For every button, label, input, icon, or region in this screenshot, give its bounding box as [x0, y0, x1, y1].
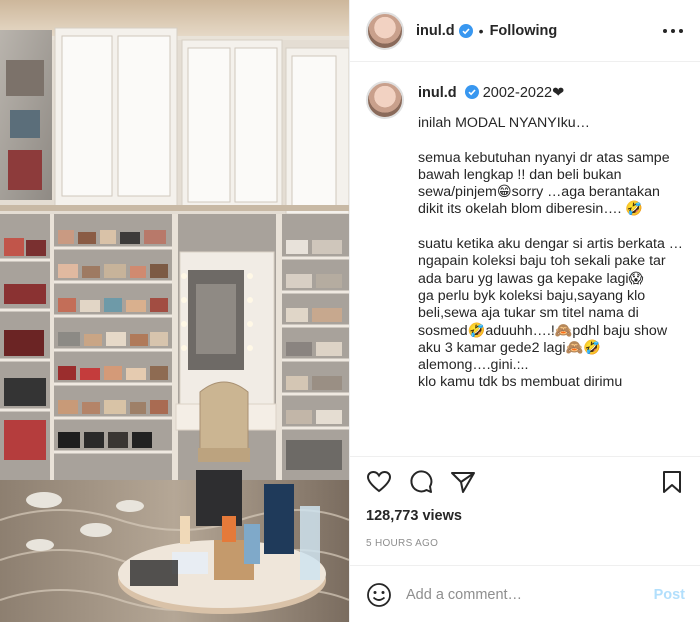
- wardrobe-photo: [0, 0, 349, 622]
- caption-headline: 2002-2022❤: [482, 85, 565, 101]
- share-icon[interactable]: [450, 469, 476, 495]
- following-button[interactable]: Following: [490, 23, 558, 39]
- comment-bar: Post: [350, 565, 700, 622]
- separator-dot: •: [478, 22, 484, 39]
- comment-icon[interactable]: [408, 469, 434, 495]
- more-horizontal-icon[interactable]: [661, 24, 685, 38]
- avatar[interactable]: [366, 11, 404, 50]
- verified-badge-icon: [464, 85, 479, 99]
- caption-username[interactable]: inul.d: [418, 85, 457, 101]
- heart-icon[interactable]: [366, 469, 392, 495]
- post-header: inul.d • Following: [350, 0, 700, 62]
- caption-header: inul.d 2002-2022❤: [418, 81, 685, 105]
- author-username[interactable]: inul.d: [416, 23, 455, 39]
- verified-badge-icon: [458, 23, 473, 38]
- caption-avatar[interactable]: [366, 81, 404, 119]
- post-media[interactable]: [0, 0, 349, 622]
- post-timestamp[interactable]: 5 HOURS AGO: [366, 538, 438, 549]
- comment-input[interactable]: [406, 586, 654, 603]
- views-count[interactable]: 128,773 views: [366, 508, 462, 524]
- caption-text: inilah MODAL NYANYIku… semua kebutuhan n…: [418, 115, 683, 391]
- emoji-icon[interactable]: [366, 582, 392, 608]
- post-actions: 128,773 views 5 HOURS AGO Post: [350, 456, 700, 622]
- caption-area[interactable]: inul.d 2002-2022❤ inilah MODAL NYANYIku……: [350, 63, 700, 455]
- post-comment-button[interactable]: Post: [654, 587, 685, 603]
- save-icon[interactable]: [659, 469, 685, 495]
- post-side-panel: inul.d • Following inul.d 2002-2022❤ ini…: [349, 0, 700, 622]
